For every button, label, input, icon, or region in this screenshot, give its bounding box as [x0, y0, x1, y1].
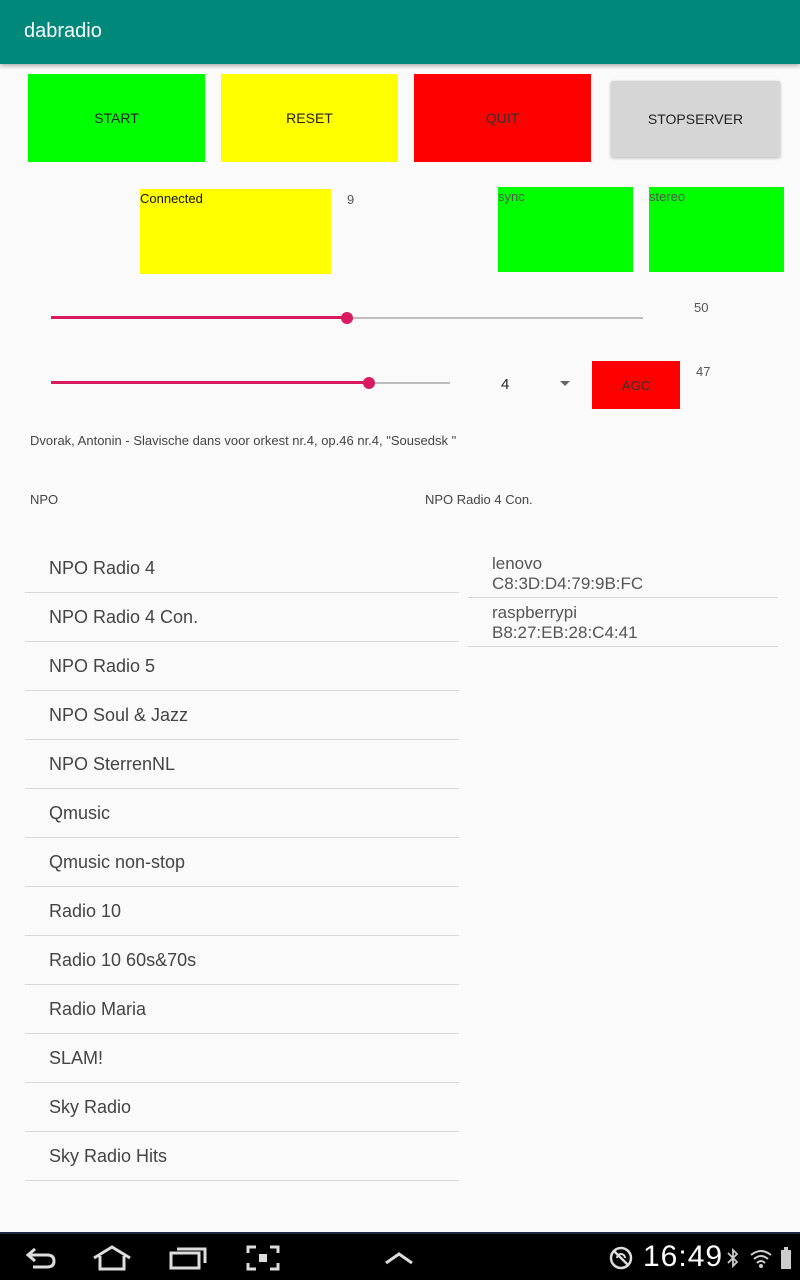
- list-item[interactable]: raspberrypi B8:27:EB:28:C4:41: [468, 598, 778, 647]
- home-icon[interactable]: [90, 1234, 134, 1280]
- wifi-icon: [748, 1234, 774, 1280]
- system-navigation-bar: 16:49: [0, 1232, 800, 1280]
- list-item[interactable]: Qmusic: [25, 789, 459, 838]
- list-item[interactable]: Sky Radio: [25, 1083, 459, 1132]
- device-mac: C8:3D:D4:79:9B:FC: [492, 574, 644, 593]
- list-item[interactable]: NPO Radio 5: [25, 642, 459, 691]
- list-item[interactable]: NPO Soul & Jazz: [25, 691, 459, 740]
- app-bar: dabradio: [0, 0, 800, 64]
- dropdown-arrow-icon: [560, 381, 570, 386]
- device-name: lenovo: [492, 554, 543, 573]
- gain-slider[interactable]: [51, 373, 450, 393]
- station-name: Qmusic non-stop: [49, 851, 186, 872]
- list-item[interactable]: Sky Radio Hits: [25, 1132, 459, 1181]
- current-station-label: NPO Radio 4 Con.: [425, 492, 533, 507]
- station-name: Sky Radio: [49, 1096, 132, 1117]
- connection-count: 9: [347, 192, 355, 207]
- agc-button[interactable]: AGC: [592, 361, 680, 409]
- station-name: NPO Radio 4: [49, 557, 156, 578]
- list-item[interactable]: NPO Radio 4 Con.: [25, 593, 459, 642]
- list-item[interactable]: Qmusic non-stop: [25, 838, 459, 887]
- slider-fill: [51, 381, 369, 384]
- slider-thumb[interactable]: [341, 312, 353, 324]
- volume-value: 50: [694, 300, 709, 315]
- device-list[interactable]: lenovo C8:3D:D4:79:9B:FC raspberrypi B8:…: [468, 549, 778, 647]
- stereo-indicator: stereo: [649, 187, 784, 272]
- station-name: NPO Radio 4 Con.: [49, 606, 199, 627]
- station-name: Qmusic: [49, 802, 111, 823]
- list-item[interactable]: Radio Maria: [25, 985, 459, 1034]
- station-list[interactable]: NPO Radio 4 NPO Radio 4 Con. NPO Radio 5…: [25, 544, 459, 1198]
- stopserver-button[interactable]: STOPSERVER: [611, 81, 780, 157]
- list-item[interactable]: lenovo C8:3D:D4:79:9B:FC: [468, 549, 778, 598]
- station-name: NPO Soul & Jazz: [49, 704, 189, 725]
- bluetooth-icon: [726, 1234, 740, 1280]
- list-item[interactable]: Radio 10: [25, 887, 459, 936]
- volume-slider[interactable]: [51, 308, 643, 328]
- station-name: Radio 10 60s&70s: [49, 949, 197, 970]
- sync-indicator: sync: [498, 187, 633, 272]
- slider-fill: [51, 316, 347, 319]
- list-item[interactable]: SLAM!: [25, 1034, 459, 1083]
- station-name: Radio 10: [49, 900, 122, 921]
- station-name: SLAM!: [49, 1047, 104, 1068]
- device-mac: B8:27:EB:28:C4:41: [492, 623, 638, 642]
- device-name: raspberrypi: [492, 603, 578, 622]
- station-name: Sky Radio Hits: [49, 1145, 168, 1166]
- screenshot-icon[interactable]: [244, 1234, 282, 1280]
- spinner-value: 4: [501, 376, 510, 393]
- back-icon[interactable]: [20, 1234, 60, 1280]
- list-item[interactable]: Radio 10 60s&70s: [25, 936, 459, 985]
- lna-spinner[interactable]: 4: [490, 370, 580, 398]
- station-name: Radio Maria: [49, 998, 147, 1019]
- app-title: dabradio: [24, 20, 102, 42]
- slider-thumb[interactable]: [362, 377, 375, 389]
- now-playing-label: Dvorak, Antonin - Slavische dans voor or…: [30, 433, 457, 448]
- list-item[interactable]: NPO Radio 4: [25, 544, 459, 593]
- list-item[interactable]: NPO SterrenNL: [25, 740, 459, 789]
- recent-apps-icon[interactable]: [168, 1234, 208, 1280]
- gain-value: 47: [696, 364, 711, 379]
- clock: 16:49: [643, 1240, 724, 1273]
- quit-button[interactable]: QUIT: [414, 74, 591, 162]
- station-name: NPO Radio 5: [49, 655, 156, 676]
- ensemble-label: NPO: [30, 492, 59, 507]
- reset-button[interactable]: RESET: [221, 74, 398, 162]
- menu-up-icon[interactable]: [382, 1234, 416, 1280]
- battery-icon: [778, 1234, 794, 1280]
- start-button[interactable]: START: [28, 74, 205, 162]
- station-name: NPO SterrenNL: [49, 753, 176, 774]
- connection-status: Connected: [140, 189, 331, 274]
- no-sync-icon: [606, 1234, 636, 1280]
